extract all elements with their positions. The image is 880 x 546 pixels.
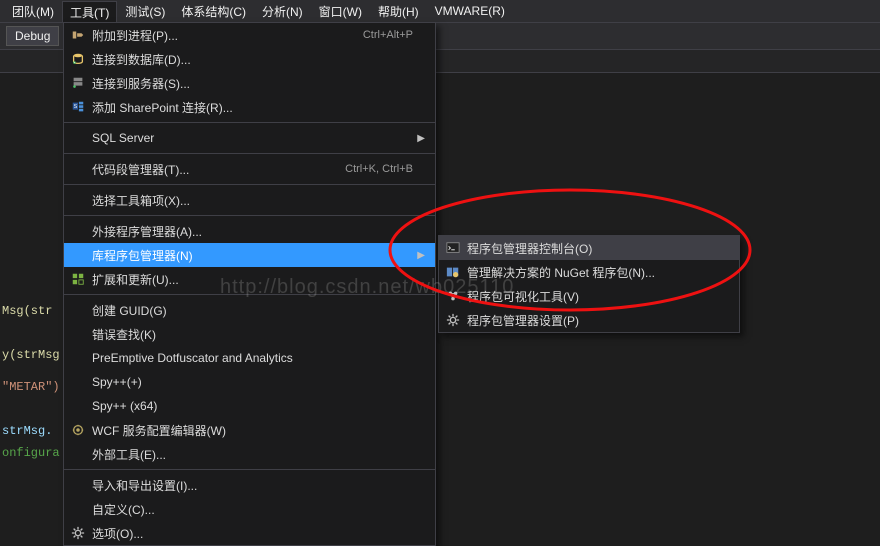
menuitem-7[interactable]: 代码段管理器(T)...Ctrl+K, Ctrl+B bbox=[64, 157, 435, 181]
nuget-item-1[interactable]: 管理解决方案的 NuGet 程序包(N)... bbox=[439, 260, 739, 284]
menu-test[interactable]: 测试(S) bbox=[117, 0, 173, 23]
debug-config-dropdown[interactable]: Debug bbox=[6, 26, 59, 46]
menuitem-label: 自定义(C)... bbox=[92, 501, 413, 518]
menu-help[interactable]: 帮助(H) bbox=[370, 0, 427, 23]
menuitem-shortcut: Ctrl+Alt+P bbox=[343, 29, 413, 41]
db-icon bbox=[64, 52, 92, 66]
menuitem-label: WCF 服务配置编辑器(W) bbox=[92, 422, 413, 439]
menuitem-label: SQL Server bbox=[92, 131, 413, 145]
menuitem-9[interactable]: 选择工具箱项(X)... bbox=[64, 188, 435, 212]
wcf-icon bbox=[64, 423, 92, 437]
console-icon bbox=[439, 241, 467, 255]
menuitem-label: 代码段管理器(T)... bbox=[92, 161, 325, 178]
menu-separator bbox=[64, 294, 435, 295]
menuitem-shortcut: Ctrl+K, Ctrl+B bbox=[325, 163, 413, 175]
menuitem-label: 导入和导出设置(I)... bbox=[92, 477, 413, 494]
nuget-item-label: 程序包管理器控制台(O) bbox=[467, 240, 729, 257]
menuitem-3[interactable]: S 添加 SharePoint 连接(R)... bbox=[64, 95, 435, 119]
menuitem-1[interactable]: 连接到数据库(D)... bbox=[64, 47, 435, 71]
menuitem-21[interactable]: 外部工具(E)... bbox=[64, 442, 435, 466]
server-icon bbox=[64, 76, 92, 90]
menu-tools[interactable]: 工具(T) bbox=[62, 1, 117, 23]
menuitem-23[interactable]: 导入和导出设置(I)... bbox=[64, 473, 435, 497]
vis-icon bbox=[439, 289, 467, 303]
menuitem-label: 附加到进程(P)... bbox=[92, 27, 343, 44]
menu-separator bbox=[64, 184, 435, 185]
menuitem-label: Spy++ (x64) bbox=[92, 399, 413, 413]
tools-dropdown-menu: 附加到进程(P)...Ctrl+Alt+P 连接到数据库(D)... 连接到服务器(… bbox=[63, 22, 436, 546]
menuitem-18[interactable]: Spy++(+) bbox=[64, 370, 435, 394]
menuitem-label: 错误查找(K) bbox=[92, 326, 413, 343]
menuitem-20[interactable]: WCF 服务配置编辑器(W) bbox=[64, 418, 435, 442]
menuitem-label: 扩展和更新(U)... bbox=[92, 271, 413, 288]
menuitem-25[interactable]: 选项(O)... bbox=[64, 521, 435, 545]
menuitem-16[interactable]: 错误查找(K) bbox=[64, 322, 435, 346]
attach-icon bbox=[64, 28, 92, 42]
nuget-item-0[interactable]: 程序包管理器控制台(O) bbox=[439, 236, 739, 260]
menuitem-label: 外部工具(E)... bbox=[92, 446, 413, 463]
menuitem-label: 连接到数据库(D)... bbox=[92, 51, 413, 68]
submenu-arrow-icon: ▶ bbox=[413, 133, 425, 144]
nuget-submenu: 程序包管理器控制台(O) 管理解决方案的 NuGet 程序包(N)... 程序包可视… bbox=[438, 235, 740, 333]
manage-icon bbox=[439, 265, 467, 279]
menuitem-label: PreEmptive Dotfuscator and Analytics bbox=[92, 351, 413, 365]
menuitem-label: 选项(O)... bbox=[92, 525, 413, 542]
gear-icon bbox=[64, 526, 92, 540]
menuitem-13[interactable]: 扩展和更新(U)... bbox=[64, 267, 435, 291]
menuitem-label: 选择工具箱项(X)... bbox=[92, 192, 413, 209]
menu-separator bbox=[64, 122, 435, 123]
submenu-arrow-icon: ▶ bbox=[413, 250, 425, 261]
svg-text:S: S bbox=[74, 104, 78, 110]
menuitem-2[interactable]: 连接到服务器(S)... bbox=[64, 71, 435, 95]
menuitem-17[interactable]: PreEmptive Dotfuscator and Analytics bbox=[64, 346, 435, 370]
menu-analyze[interactable]: 分析(N) bbox=[254, 0, 311, 23]
menuitem-15[interactable]: 创建 GUID(G) bbox=[64, 298, 435, 322]
nuget-item-3[interactable]: 程序包管理器设置(P) bbox=[439, 308, 739, 332]
menubar: 团队(M) 工具(T) 测试(S) 体系结构(C) 分析(N) 窗口(W) 帮助… bbox=[0, 0, 880, 23]
menuitem-label: 创建 GUID(G) bbox=[92, 302, 413, 319]
menu-separator bbox=[64, 153, 435, 154]
nuget-item-label: 管理解决方案的 NuGet 程序包(N)... bbox=[467, 264, 729, 281]
menuitem-label: 添加 SharePoint 连接(R)... bbox=[92, 99, 413, 116]
menu-window[interactable]: 窗口(W) bbox=[311, 0, 370, 23]
menuitem-0[interactable]: 附加到进程(P)...Ctrl+Alt+P bbox=[64, 23, 435, 47]
menuitem-5[interactable]: SQL Server▶ bbox=[64, 126, 435, 150]
nuget-item-2[interactable]: 程序包可视化工具(V) bbox=[439, 284, 739, 308]
menuitem-24[interactable]: 自定义(C)... bbox=[64, 497, 435, 521]
nuget-item-label: 程序包管理器设置(P) bbox=[467, 312, 729, 329]
menuitem-label: Spy++(+) bbox=[92, 375, 413, 389]
menu-architecture[interactable]: 体系结构(C) bbox=[173, 0, 254, 23]
menu-team[interactable]: 团队(M) bbox=[4, 0, 62, 23]
menu-vmware[interactable]: VMWARE(R) bbox=[427, 1, 513, 21]
menuitem-11[interactable]: 外接程序管理器(A)... bbox=[64, 219, 435, 243]
menuitem-19[interactable]: Spy++ (x64) bbox=[64, 394, 435, 418]
menuitem-label: 库程序包管理器(N) bbox=[92, 247, 413, 264]
gear-icon bbox=[439, 313, 467, 327]
code-editor-background: Msg(str y(strMsg "METAR") strMsg. onfigu… bbox=[0, 70, 64, 546]
menu-separator bbox=[64, 469, 435, 470]
nuget-item-label: 程序包可视化工具(V) bbox=[467, 288, 729, 305]
menuitem-label: 连接到服务器(S)... bbox=[92, 75, 413, 92]
menu-separator bbox=[64, 215, 435, 216]
menuitem-label: 外接程序管理器(A)... bbox=[92, 223, 413, 240]
menuitem-12[interactable]: 库程序包管理器(N)▶ bbox=[64, 243, 435, 267]
extensions-icon bbox=[64, 272, 92, 286]
sharepoint-icon: S bbox=[64, 100, 92, 114]
